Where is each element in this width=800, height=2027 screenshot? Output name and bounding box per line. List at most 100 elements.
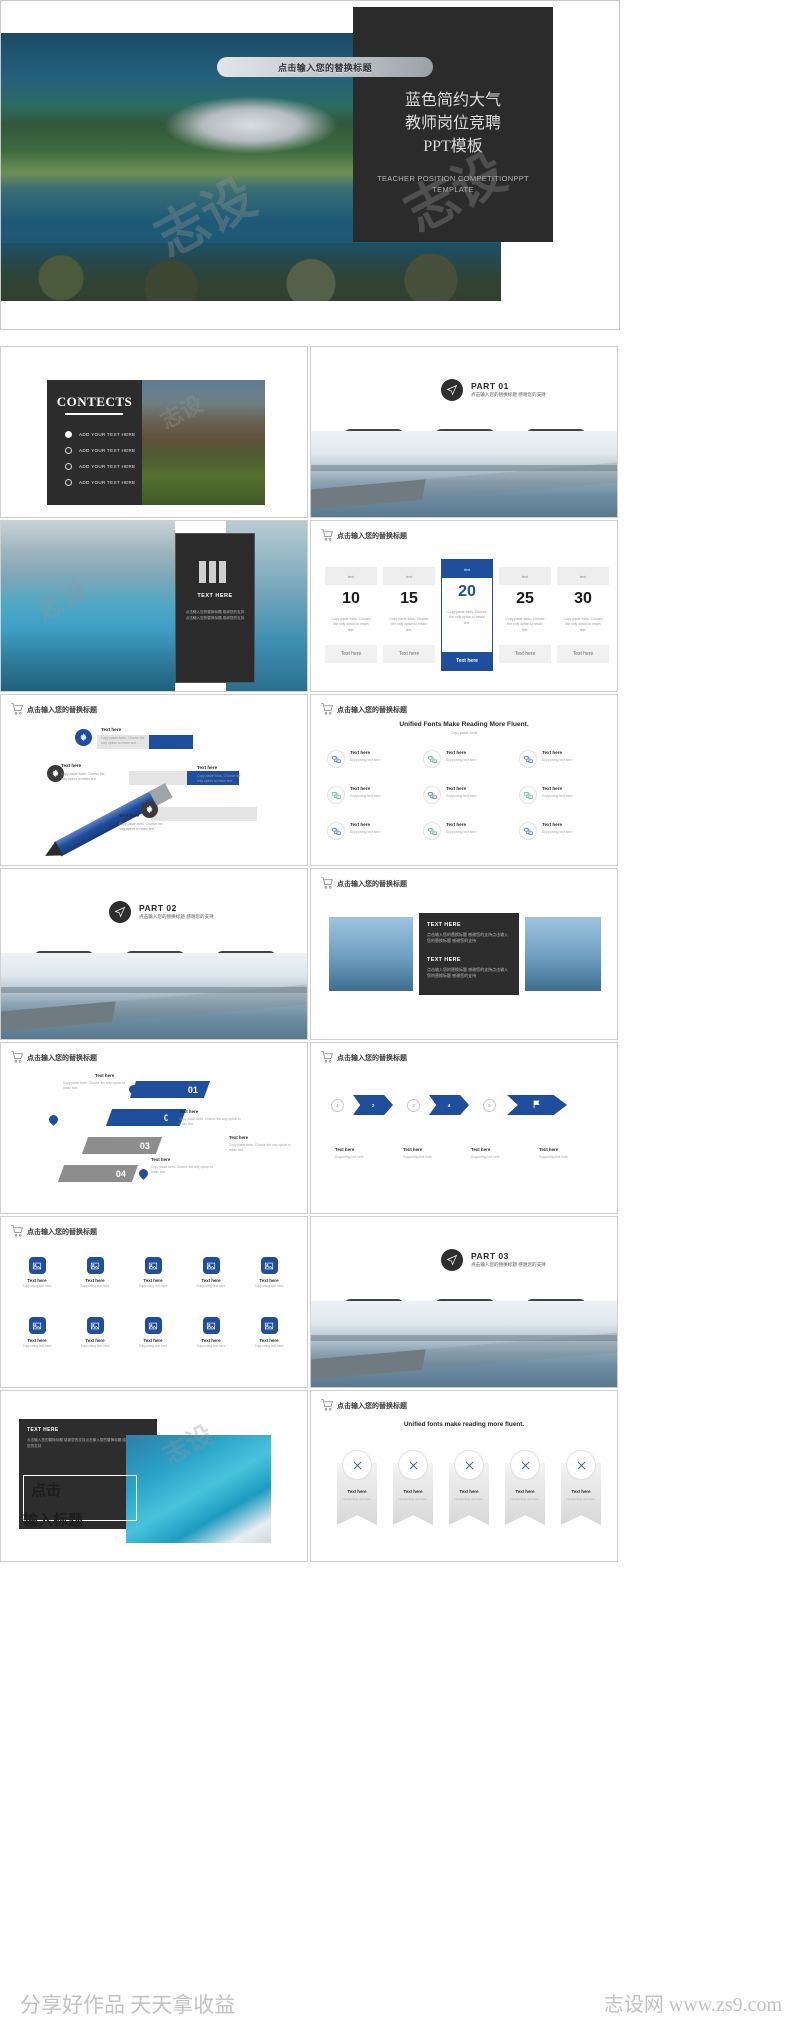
chevron-arrow-3[interactable] (507, 1095, 567, 1115)
slide-part-03[interactable]: PART 03 点击输入您的替换标题 感谢您的支持 TEXT HERE TEXT… (310, 1216, 618, 1388)
parallelogram-bar-3[interactable]: 03 (81, 1137, 163, 1154)
hero-title-pill[interactable]: 点击输入您的替换标题 (217, 57, 433, 77)
pencil-label-2: Text here (197, 765, 218, 770)
icon-grid-item-10[interactable]: Text here Supporting text here (241, 1317, 297, 1348)
unified-cell-7[interactable]: Text here Supporting text here (327, 819, 413, 845)
contects-item-4[interactable]: ADD YOUR TEXT HERE (79, 480, 135, 485)
icon-grid-item-9[interactable]: Text here Supporting text here (183, 1317, 239, 1348)
contects-bullet-dot[interactable] (65, 479, 72, 486)
number-card-caption: text (442, 560, 492, 578)
parallelogram-number: 03 (139, 1140, 150, 1151)
chevron-step-3[interactable]: 3 (407, 1099, 420, 1112)
slide-end[interactable]: TEXT HERE 点击输入您的替换标题 感谢您的支持点击输入您的替换标题 感谢… (0, 1390, 308, 1562)
end-cn-line2: 输入标题 (23, 1513, 84, 1529)
slide-numbers[interactable]: 点击输入您的替换标题 text 10 Copy paste fonts. Cho… (310, 520, 618, 692)
contects-item-1[interactable]: ADD YOUR TEXT HERE (79, 432, 135, 437)
icon-grid-item-4[interactable]: Text here Supporting text here (183, 1257, 239, 1288)
unified-cell-5[interactable]: Text here Supporting text here (423, 783, 509, 809)
number-card-3-highlighted[interactable]: text 20 Copy paste fonts. Choose the onl… (441, 559, 493, 671)
end-head: TEXT HERE (27, 1427, 59, 1433)
unified-cell-6[interactable]: Text here Supporting text here (519, 783, 605, 809)
number-card-5[interactable]: text 30 Copy paste fonts. Choose the onl… (557, 567, 609, 663)
unified-cell-8[interactable]: Text here Supporting text here (423, 819, 509, 845)
image-icon (260, 1257, 278, 1274)
transfer-icon (327, 822, 345, 840)
parallelogram-bar-4[interactable]: 04 (57, 1165, 139, 1182)
contects-item-3[interactable]: ADD YOUR TEXT HERE (79, 464, 135, 469)
slide-contects[interactable]: CONTECTS ADD YOUR TEXT HERE ADD YOUR TEX… (0, 346, 308, 518)
icon-grid-item-3[interactable]: Text here Supporting text here (125, 1257, 181, 1288)
icon-grid-item-7[interactable]: Text here Supporting text here (67, 1317, 123, 1348)
hero-slide[interactable]: 点击输入您的替换标题 蓝色简约大气 教师岗位竞聘 PPT模板 TEACHER P… (0, 0, 620, 330)
number-card-1[interactable]: text 10 Copy paste fonts. Choose the onl… (325, 567, 377, 663)
ribbon-item-1[interactable]: Text here Supporting text here (337, 1450, 377, 1525)
slide-parallelogram[interactable]: 点击输入您的替换标题 01 02 03 04 Text here Copy pa… (0, 1042, 308, 1214)
slide-pencil[interactable]: 点击输入您的替换标题 Text here Copy paste fonts. C… (0, 694, 308, 866)
chevron-sub-3: Supporting text here (471, 1155, 500, 1159)
contects-item-2[interactable]: ADD YOUR TEXT HERE (79, 448, 135, 453)
slide-photo-panel[interactable]: 点击输入您的替换标题 TEXT HERE 点击输入您的替换标题 感谢您的支持点击… (310, 868, 618, 1040)
contects-bullet-dot[interactable] (65, 447, 72, 454)
ribbon-item-2[interactable]: Text here Supporting text here (393, 1450, 433, 1525)
number-card-4[interactable]: text 25 Copy paste fonts. Choose the onl… (499, 567, 551, 663)
unified-cell-2[interactable]: Text here Supporting text here (423, 747, 509, 773)
slide-cliff[interactable]: TEXT HERE 点击输入您的替换标题 感谢您的支持点击输入您的替换标题 感谢… (0, 520, 308, 692)
paper-plane-icon (441, 1249, 463, 1271)
parallelogram-label-4: Text here (229, 1135, 249, 1140)
contects-bullet-dot[interactable] (65, 431, 72, 438)
number-card-foot[interactable]: Text here (499, 645, 551, 663)
ribbon-sub: Supporting text here (567, 1497, 595, 1501)
icon-grid-item-1[interactable]: Text here Supporting text here (9, 1257, 65, 1288)
cliff-photo-left (1, 521, 175, 691)
ribbon-item-5[interactable]: Text here Supporting text here (561, 1450, 601, 1525)
unified-cell-title: Text here (542, 786, 563, 791)
chevron-step-1[interactable]: 1 (331, 1099, 344, 1112)
unified-cell-sub: Supporting text here (446, 758, 477, 762)
chevron-arrow-label: 4 (447, 1102, 451, 1108)
number-card-value: 20 (442, 578, 492, 606)
chevron-arrow-2[interactable]: 4 (429, 1095, 469, 1115)
slide-part-02[interactable]: PART 02 点击输入您的替换标题 感谢您的支持 TEXT HERE TEXT… (0, 868, 308, 1040)
slide-part-01[interactable]: PART 01 点击输入您的替换标题 感谢您的支持 TEXT HERE TEXT… (310, 346, 618, 518)
number-card-foot[interactable]: Text here (325, 645, 377, 663)
part-03-sub: 点击输入您的替换标题 感谢您的支持 (471, 1262, 546, 1267)
contects-bullet-dot[interactable] (65, 463, 72, 470)
slide-icon-grid[interactable]: 点击输入您的替换标题 Text here Supporting text her… (0, 1216, 308, 1388)
map-pin-icon (137, 1167, 150, 1180)
part-01-label: PART 01 (471, 381, 509, 391)
number-card-2[interactable]: text 15 Copy paste fonts. Choose the onl… (383, 567, 435, 663)
chevron-arrow-1[interactable]: 2 (353, 1095, 393, 1115)
flag-icon (532, 1096, 542, 1114)
icon-grid-title: Text here (27, 1338, 47, 1343)
icon-grid-item-2[interactable]: Text here Supporting text here (67, 1257, 123, 1288)
icon-grid-title: Text here (201, 1278, 221, 1283)
part-02-sub: 点击输入您的替换标题 感谢您的支持 (139, 914, 214, 919)
unified-cell-9[interactable]: Text here Supporting text here (519, 819, 605, 845)
number-card-foot[interactable]: Text here (557, 645, 609, 663)
parallelogram-bar-1[interactable]: 01 (129, 1081, 211, 1098)
number-card-foot[interactable]: Text here (442, 652, 492, 670)
pencil-body-2: Copy paste fonts. Choose the only option… (197, 774, 241, 784)
unified-cell-1[interactable]: Text here Supporting text here (327, 747, 413, 773)
image-icon (260, 1317, 278, 1334)
transfer-icon (423, 822, 441, 840)
icon-grid-item-5[interactable]: Text here Supporting text here (241, 1257, 297, 1288)
slide-unified-fonts[interactable]: 点击输入您的替换标题 Unified Fonts Make Reading Mo… (310, 694, 618, 866)
icon-grid-title: Text here (201, 1338, 221, 1343)
icon-grid-item-6[interactable]: Text here Supporting text here (9, 1317, 65, 1348)
icon-grid-item-8[interactable]: Text here Supporting text here (125, 1317, 181, 1348)
chevron-label-4: Text here (539, 1147, 559, 1152)
unified-cell-title: Text here (350, 822, 371, 827)
end-cn-line1: 点击 (31, 1483, 62, 1499)
ribbon-item-4[interactable]: Text here Supporting text here (505, 1450, 545, 1525)
transfer-icon (423, 750, 441, 768)
slide-ribbons[interactable]: 点击输入您的替换标题 Unified fonts make reading mo… (310, 1390, 618, 1562)
unified-cell-3[interactable]: Text here Supporting text here (519, 747, 605, 773)
ribbon-item-3[interactable]: Text here Supporting text here (449, 1450, 489, 1525)
number-card-foot[interactable]: Text here (383, 645, 435, 663)
shuffle-icon (398, 1450, 428, 1480)
ribbon-sub: Supporting text here (343, 1497, 371, 1501)
slide-chevron[interactable]: 点击输入您的替换标题 1 2 3 4 5 Text here Supportin… (310, 1042, 618, 1214)
chevron-step-5[interactable]: 5 (483, 1099, 496, 1112)
unified-cell-4[interactable]: Text here Supporting text here (327, 783, 413, 809)
